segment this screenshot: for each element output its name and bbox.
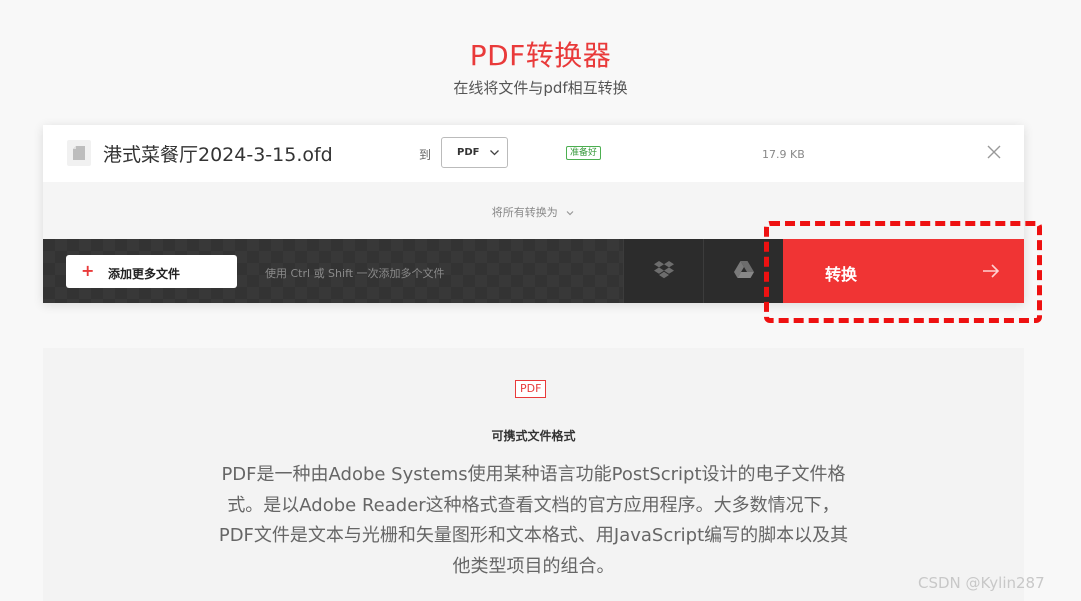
multi-select-hint: 使用 Ctrl 或 Shift 一次添加多个文件 (265, 267, 445, 280)
to-label: 到 (419, 148, 432, 162)
convert-button[interactable]: 转换 (783, 239, 1024, 303)
chevron-down-icon (489, 147, 500, 161)
file-name: 港式菜餐厅2024-3-15.ofd (103, 144, 333, 166)
close-icon[interactable] (986, 144, 1002, 160)
add-more-files-button[interactable]: + 添加更多文件 (66, 255, 237, 288)
arrow-right-icon (981, 261, 1001, 285)
plus-icon: + (81, 261, 95, 280)
format-select-value: PDF (457, 147, 480, 158)
page-subtitle: 在线将文件与pdf相互转换 (453, 79, 628, 97)
chevron-down-icon (561, 206, 575, 219)
converter-card: 港式菜餐厅2024-3-15.ofd 到 PDF 准备好 17.9 KB 将所有… (43, 125, 1024, 303)
file-row: 港式菜餐厅2024-3-15.ofd 到 PDF 准备好 17.9 KB (43, 125, 1024, 182)
action-toolbar: + 添加更多文件 使用 Ctrl 或 Shift 一次添加多个文件 转换 (43, 239, 1024, 303)
format-title: 可携式文件格式 (491, 429, 576, 443)
format-select[interactable]: PDF (441, 137, 508, 168)
format-badge: PDF (515, 380, 547, 398)
convert-label: 转换 (825, 265, 858, 284)
file-size: 17.9 KB (762, 148, 805, 161)
page-title: PDF转换器 (469, 39, 612, 72)
format-info-section: PDF 可携式文件格式 PDF是一种由Adobe Systems使用某种语言功能… (43, 348, 1024, 601)
dropbox-button[interactable] (623, 239, 703, 303)
convert-all-dropdown[interactable]: 将所有转换为 (43, 204, 1024, 220)
google-drive-icon (734, 261, 754, 278)
google-drive-button[interactable] (703, 239, 783, 303)
convert-all-row: 将所有转换为 (43, 182, 1024, 239)
status-badge: 准备好 (566, 146, 602, 160)
document-icon (67, 140, 91, 166)
add-more-files-label: 添加更多文件 (108, 267, 181, 281)
convert-all-label: 将所有转换为 (491, 206, 558, 219)
watermark: CSDN @Kylin287 (918, 574, 1045, 592)
dropbox-icon (654, 261, 674, 279)
format-description: PDF是一种由Adobe Systems使用某种语言功能PostScript设计… (218, 464, 849, 577)
